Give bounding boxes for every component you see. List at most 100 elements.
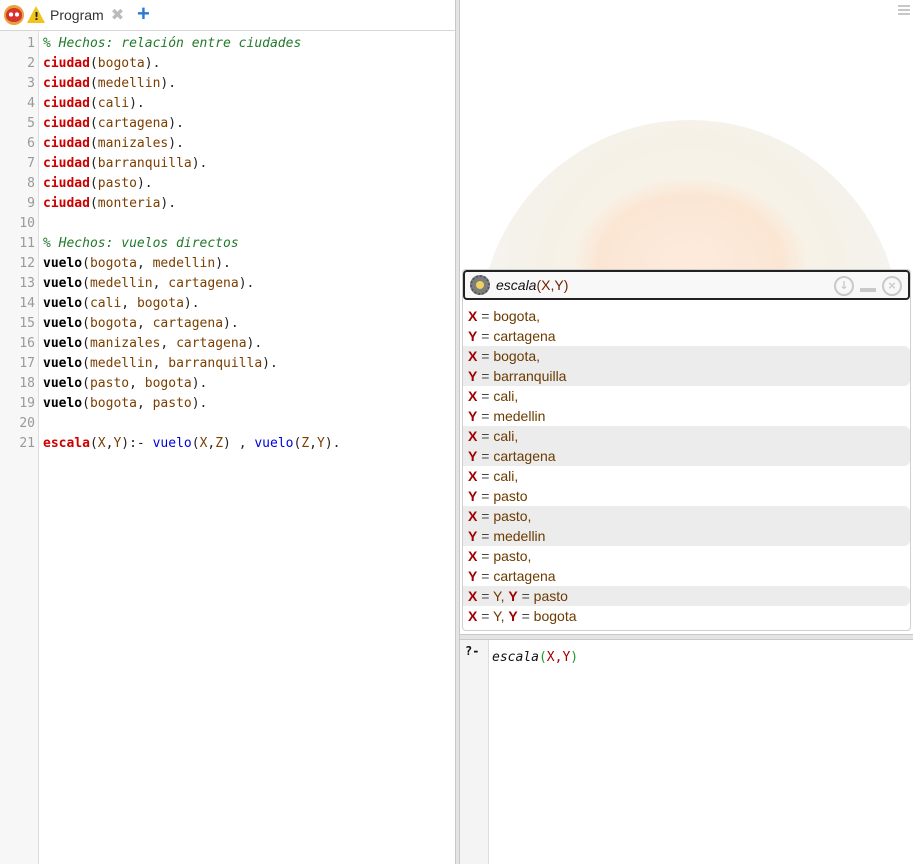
code-token: ( <box>82 276 90 291</box>
line-number: 1 <box>27 36 35 51</box>
code-token: bogota <box>89 316 137 331</box>
line-number: 14 <box>19 296 35 311</box>
code-token: ( <box>89 116 98 131</box>
code-token: ). <box>223 316 239 331</box>
query-input-open-paren: ( <box>538 650 547 665</box>
query-input-args: X,Y <box>546 650 571 665</box>
code-text: ciudad(manizales). <box>43 134 184 154</box>
answer-variable: Y <box>508 608 518 624</box>
answer-variable: Y <box>468 568 478 584</box>
code-token: vuelo <box>43 356 83 371</box>
code-text: ciudad(barranquilla). <box>43 154 207 174</box>
close-tab-icon[interactable]: ✖ <box>111 5 124 25</box>
answer-equals: = <box>477 588 494 604</box>
code-line: 7 ciudad(barranquilla). <box>0 154 455 174</box>
close-icon[interactable]: × <box>882 276 902 296</box>
answer-item: X = cali, Y = cartagena <box>463 426 910 466</box>
answer-item: X = pasto, Y = medellin <box>463 506 910 546</box>
code-token: cartagena <box>168 276 239 291</box>
code-token: barranquilla <box>168 356 263 371</box>
tab-program[interactable]: ! Program ✖ <box>4 2 124 27</box>
code-token: ( <box>82 336 90 351</box>
code-token: ). <box>238 276 255 291</box>
code-line: 16 vuelo(manizales, cartagena). <box>0 334 455 354</box>
answer-value: cartagena <box>493 448 556 464</box>
answer-binding: X = bogota, <box>468 306 910 326</box>
code-token: bogota <box>136 296 184 311</box>
line-number: 2 <box>27 56 35 71</box>
code-token: ( <box>89 96 98 111</box>
code-token: ciudad <box>43 116 90 131</box>
code-token: vuelo <box>43 316 83 331</box>
answer-equals: = <box>477 388 494 404</box>
code-token: ( <box>89 136 98 151</box>
answer-variable: Y <box>468 328 478 344</box>
answer-binding: X = bogota, <box>468 346 910 366</box>
code-token: ). <box>160 196 177 211</box>
code-line: 12 vuelo(bogota, medellin). <box>0 254 455 274</box>
code-token: ( <box>89 56 98 71</box>
answer-item: X = cali, Y = medellin <box>463 386 910 426</box>
line-number: 17 <box>19 356 35 371</box>
answer-equals: = <box>477 308 494 324</box>
answer-variable: X <box>468 588 478 604</box>
line-number: 9 <box>27 196 35 211</box>
hamburger-menu-icon[interactable] <box>898 4 910 16</box>
query-runner-panel: escala(X,Y) ↓ × X = bogota, Y = cartagena… <box>462 269 911 631</box>
answer-value: Y, <box>493 588 509 604</box>
answer-binding: Y = medellin <box>468 406 910 426</box>
code-token: ciudad <box>43 176 90 191</box>
code-token: bogota <box>89 256 137 271</box>
add-tab-button[interactable]: + <box>137 3 150 25</box>
code-line: 4 ciudad(cali). <box>0 94 455 114</box>
code-text: ciudad(medellin). <box>43 74 176 94</box>
code-token: manizales <box>97 136 169 151</box>
answer-value: medellin <box>493 408 546 424</box>
answer-equals: = <box>477 448 494 464</box>
code-editor[interactable]: 1 % Hechos: relación entre ciudades 2 ciuda… <box>0 34 455 454</box>
code-line: 6 ciudad(manizales). <box>0 134 455 154</box>
code-line: 19 vuelo(bogota, pasto). <box>0 394 455 414</box>
code-token: cali <box>89 296 122 311</box>
query-input[interactable]: escala(X,Y) <box>492 650 578 665</box>
line-number: 13 <box>19 276 35 291</box>
code-token: bogota <box>97 56 145 71</box>
line-number: 7 <box>27 156 35 171</box>
answer-value: pasto, <box>493 548 532 564</box>
answer-value: cartagena <box>493 568 556 584</box>
download-icon[interactable]: ↓ <box>834 276 854 296</box>
code-text: vuelo(medellin, barranquilla). <box>43 354 278 374</box>
code-token: X <box>97 436 106 451</box>
answer-binding: X = pasto, <box>468 546 910 566</box>
code-token: Z <box>301 436 310 451</box>
query-title-args: (X,Y) <box>536 277 569 293</box>
answer-variable: X <box>468 308 478 324</box>
answer-variable: Y <box>468 448 478 464</box>
code-line: 8 ciudad(pasto). <box>0 174 455 194</box>
answer-equals: = <box>477 468 494 484</box>
code-token: medellin <box>89 276 153 291</box>
answer-variable: Y <box>468 528 478 544</box>
answer-value: pasto, <box>493 508 532 524</box>
answer-list: X = bogota, Y = cartagena X = bogota, Y = b… <box>463 306 910 626</box>
code-token: ( <box>89 156 98 171</box>
gear-icon[interactable] <box>470 275 490 295</box>
code-token: ):- <box>121 436 153 451</box>
code-token: ( <box>89 436 98 451</box>
swish-logo-icon[interactable] <box>4 4 24 25</box>
code-line: 14 vuelo(cali, bogota). <box>0 294 455 314</box>
code-token: vuelo <box>254 436 294 451</box>
code-token: ciudad <box>43 96 90 111</box>
minimize-icon[interactable] <box>860 288 876 292</box>
answer-item: X = cali, Y = pasto <box>463 466 910 506</box>
code-text: ciudad(monteria). <box>43 194 176 214</box>
line-number: 8 <box>27 176 35 191</box>
code-line: 5 ciudad(cartagena). <box>0 114 455 134</box>
answer-binding: Y = medellin <box>468 526 910 546</box>
code-token: ). <box>183 296 200 311</box>
answer-variable: Y <box>468 368 478 384</box>
code-token: ). <box>168 116 184 131</box>
answer-value: cali, <box>493 428 519 444</box>
code-token: % Hechos: vuelos directos <box>43 236 239 251</box>
query-input-close-paren: ) <box>570 650 579 665</box>
